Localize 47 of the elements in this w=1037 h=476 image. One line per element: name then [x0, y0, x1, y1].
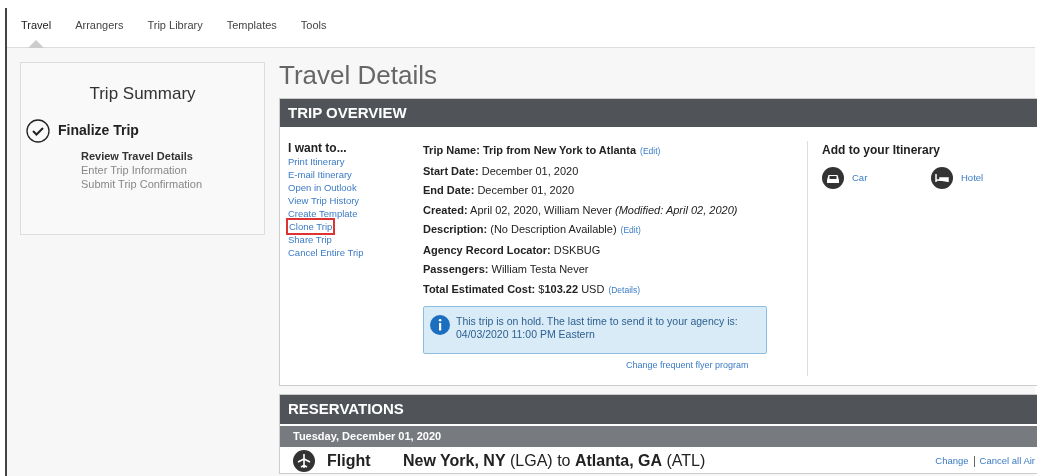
section-header: TRIP OVERVIEW — [280, 99, 1037, 127]
segment-action-link[interactable]: Cancel all Air — [979, 453, 1035, 469]
action-link[interactable]: Share Trip — [288, 233, 332, 246]
detail-text: Description: (No Description Available) — [423, 223, 617, 235]
detail-link[interactable]: (Details) — [608, 284, 641, 295]
nav-tab[interactable]: Trip Library — [147, 16, 203, 47]
detail-text: Total Estimated Cost: $103.22 USD — [423, 282, 605, 295]
notice-text: This trip is on hold. The last time to send it to your agency is: 04/03/2020 11:00 PM Eastern — [456, 315, 739, 341]
detail-link[interactable]: (Edit) — [620, 225, 641, 235]
detail-text: Passengers: William Testa Never — [423, 263, 589, 275]
stage-title: Finalize Trip — [58, 121, 139, 140]
detail-text: Created: April 02, 2020, William Never (Modified: April 02, 2020) — [423, 203, 738, 216]
segment-action-link[interactable]: Change — [935, 453, 969, 469]
add-title: Add to your Itinerary — [822, 142, 941, 159]
page-title: Travel Details — [279, 60, 438, 90]
action-link[interactable]: Create Template — [288, 207, 358, 220]
nav-tab[interactable]: Templates — [226, 16, 277, 47]
info-icon — [430, 315, 450, 335]
nav-tab[interactable]: Tools — [300, 16, 327, 47]
segment-type: Flight — [327, 451, 372, 471]
detail-text: Agency Record Locator: DSKBUG — [423, 243, 601, 256]
action-link[interactable]: E-mail Itinerary — [288, 168, 352, 181]
step-item: Submit Trip Confirmation — [81, 176, 204, 191]
actions-title: I want to... — [288, 141, 348, 155]
segment-route: New York, NY (LGA) to Atlanta, GA (ATL) — [403, 451, 706, 471]
action-link[interactable]: Print Itinerary — [288, 155, 345, 168]
date-bar: Tuesday, December 01, 2020 — [280, 426, 1037, 447]
frequent-flyer-link[interactable]: Change frequent flyer program — [626, 359, 749, 373]
action-link[interactable]: View Trip History — [288, 194, 360, 207]
action-link[interactable]: Cancel Entire Trip — [288, 246, 364, 259]
step-item: Enter Trip Information — [81, 162, 188, 177]
detail-link[interactable]: (Edit) — [640, 146, 661, 156]
action-link[interactable]: Open in Outlook — [288, 181, 357, 194]
bed-icon — [931, 167, 953, 189]
section-header: RESERVATIONS — [280, 395, 1037, 424]
detail-text: Start Date: December 01, 2020 — [423, 164, 579, 177]
nav-tab[interactable]: Travel — [21, 16, 52, 47]
detail-text: End Date: December 01, 2020 — [423, 184, 574, 196]
car-icon — [822, 167, 844, 189]
add-item-link[interactable]: Car — [822, 167, 931, 189]
check-circle-icon — [26, 118, 50, 143]
step-item: Review Travel Details — [81, 148, 194, 163]
action-link[interactable]: Clone Trip — [288, 220, 334, 233]
nav-tab[interactable]: Arrangers — [75, 16, 124, 47]
panel-title: Trip Summary — [88, 83, 197, 105]
detail-text: Trip Name: Trip from New York to Atlanta — [423, 144, 637, 156]
add-item-link[interactable]: Hotel — [931, 167, 1037, 189]
